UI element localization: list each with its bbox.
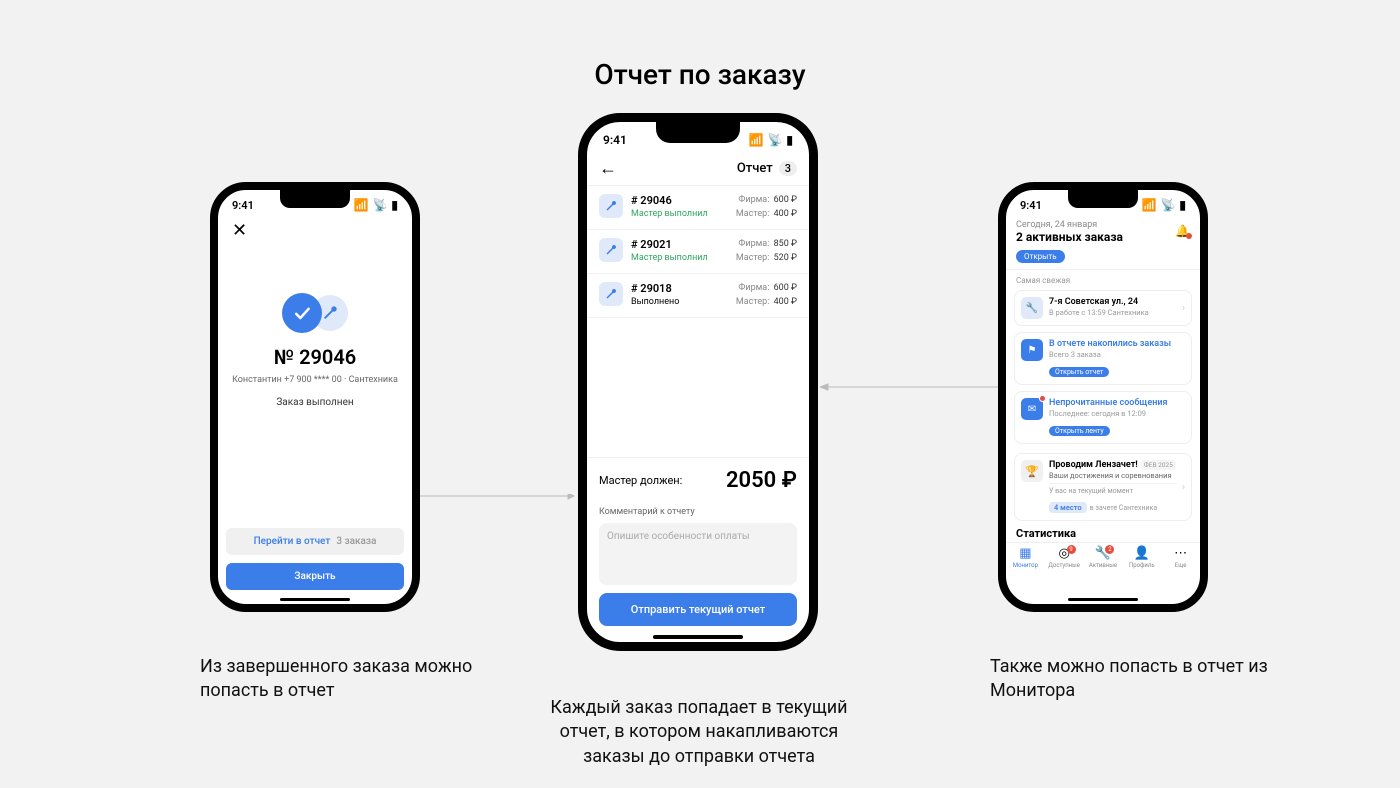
wrench-icon — [599, 282, 623, 306]
go-to-report-button[interactable]: Перейти в отчет3 заказа — [226, 528, 404, 555]
unread-dot — [1039, 395, 1046, 402]
order-status: Заказ выполнен — [226, 397, 404, 408]
active-orders-title: 2 активных заказа — [1016, 230, 1190, 244]
wrench-icon — [599, 238, 623, 262]
section-label: Самая свежая — [1006, 270, 1200, 287]
report-row[interactable]: # 29018Выполнено Фирма: 600 ₽Мастер: 400… — [587, 274, 809, 318]
tab-Активные[interactable]: 🔧Активные2 — [1084, 547, 1123, 569]
open-feed-pill[interactable]: Открыть ленту — [1049, 426, 1110, 436]
open-report-pill[interactable]: Открыть отчет — [1049, 367, 1109, 377]
caption-1: Из завершенного заказа можно попасть в о… — [200, 655, 480, 704]
card-address[interactable]: 🔧 7-я Советская ул., 24 В работе с 13:59… — [1014, 290, 1192, 326]
bell-icon[interactable]: 🔔 — [1175, 224, 1190, 238]
signal-icon: 📶 — [353, 198, 368, 212]
card-unread-messages[interactable]: ✉ Непрочитанные сообщения Последнее: сег… — [1014, 391, 1192, 444]
caption-2: Каждый заказ попадает в текущий отчет, в… — [545, 696, 853, 769]
statistics-label: Статистика — [1006, 521, 1200, 542]
comment-input[interactable]: Опишите особенности оплаты — [599, 523, 797, 585]
trophy-icon: 🏆 — [1021, 460, 1043, 482]
wifi-icon: 📡 — [767, 133, 782, 147]
close-button[interactable]: Закрыть — [226, 563, 404, 590]
report-title: Отчет 3 — [737, 161, 797, 176]
tab-Монитор[interactable]: ▦Монитор — [1006, 547, 1045, 569]
close-icon[interactable]: ✕ — [226, 216, 253, 245]
page-title: Отчет по заказу — [0, 58, 1400, 91]
signal-icon: 📶 — [1141, 198, 1156, 212]
wrench-icon: 🔧 — [1021, 297, 1043, 319]
card-promo[interactable]: 🏆 Проводим Лензачет!ФЕВ 2025 Ваши достиж… — [1014, 453, 1192, 521]
report-row[interactable]: # 29021Мастер выполнил Фирма: 850 ₽Масте… — [587, 230, 809, 274]
report-row[interactable]: # 29046Мастер выполнил Фирма: 600 ₽Масте… — [587, 186, 809, 230]
monitor-date: Сегодня, 24 января — [1016, 220, 1190, 230]
tab-Профиль[interactable]: 👤Профиль — [1122, 547, 1161, 569]
order-number: № 29046 — [226, 345, 404, 369]
card-report-pending[interactable]: ⚑ В отчете накопились заказы Всего 3 зак… — [1014, 332, 1192, 385]
phone-report: 9:41 📶📡▮ ← Отчет 3 # 29046Мастер выполни… — [578, 113, 818, 651]
flag-icon: ⚑ — [1021, 339, 1043, 361]
report-count-badge: 3 — [779, 161, 797, 176]
back-icon[interactable]: ← — [599, 158, 617, 179]
comment-label: Комментарий к отчету — [587, 503, 809, 521]
tab-Доступные[interactable]: ◎Доступные9 — [1045, 547, 1084, 569]
wifi-icon: 📡 — [372, 198, 387, 212]
caption-3: Также можно попасть в отчет из Монитора — [990, 655, 1270, 704]
phone-monitor: 9:41 📶📡▮ Сегодня, 24 января 2 активных з… — [998, 182, 1208, 612]
check-icon — [282, 293, 322, 333]
signal-icon: 📶 — [748, 133, 763, 147]
battery-icon: ▮ — [786, 133, 793, 147]
send-report-button[interactable]: Отправить текущий отчет — [599, 593, 797, 626]
open-pill[interactable]: Открыть — [1016, 250, 1065, 263]
tab-Еще[interactable]: ⋯Еще — [1161, 547, 1200, 569]
order-subtitle: Константин +7 900 **** 00 · Сантехника — [226, 375, 404, 385]
report-list: # 29046Мастер выполнил Фирма: 600 ₽Масте… — [587, 186, 809, 457]
chevron-right-icon: › — [1182, 482, 1185, 493]
total-value: 2050 ₽ — [726, 468, 797, 493]
wrench-icon — [599, 194, 623, 218]
battery-icon: ▮ — [1179, 198, 1186, 212]
wifi-icon: 📡 — [1160, 198, 1175, 212]
phone-completed-order: 9:41 📶📡▮ ✕ № 29046 Константин +7 900 ***… — [210, 182, 420, 612]
battery-icon: ▮ — [391, 198, 398, 212]
tab-bar: ▦Монитор◎Доступные9🔧Активные2👤Профиль⋯Ещ… — [1006, 542, 1200, 579]
chevron-right-icon: › — [1182, 303, 1185, 314]
total-label: Мастер должен: — [599, 474, 682, 487]
